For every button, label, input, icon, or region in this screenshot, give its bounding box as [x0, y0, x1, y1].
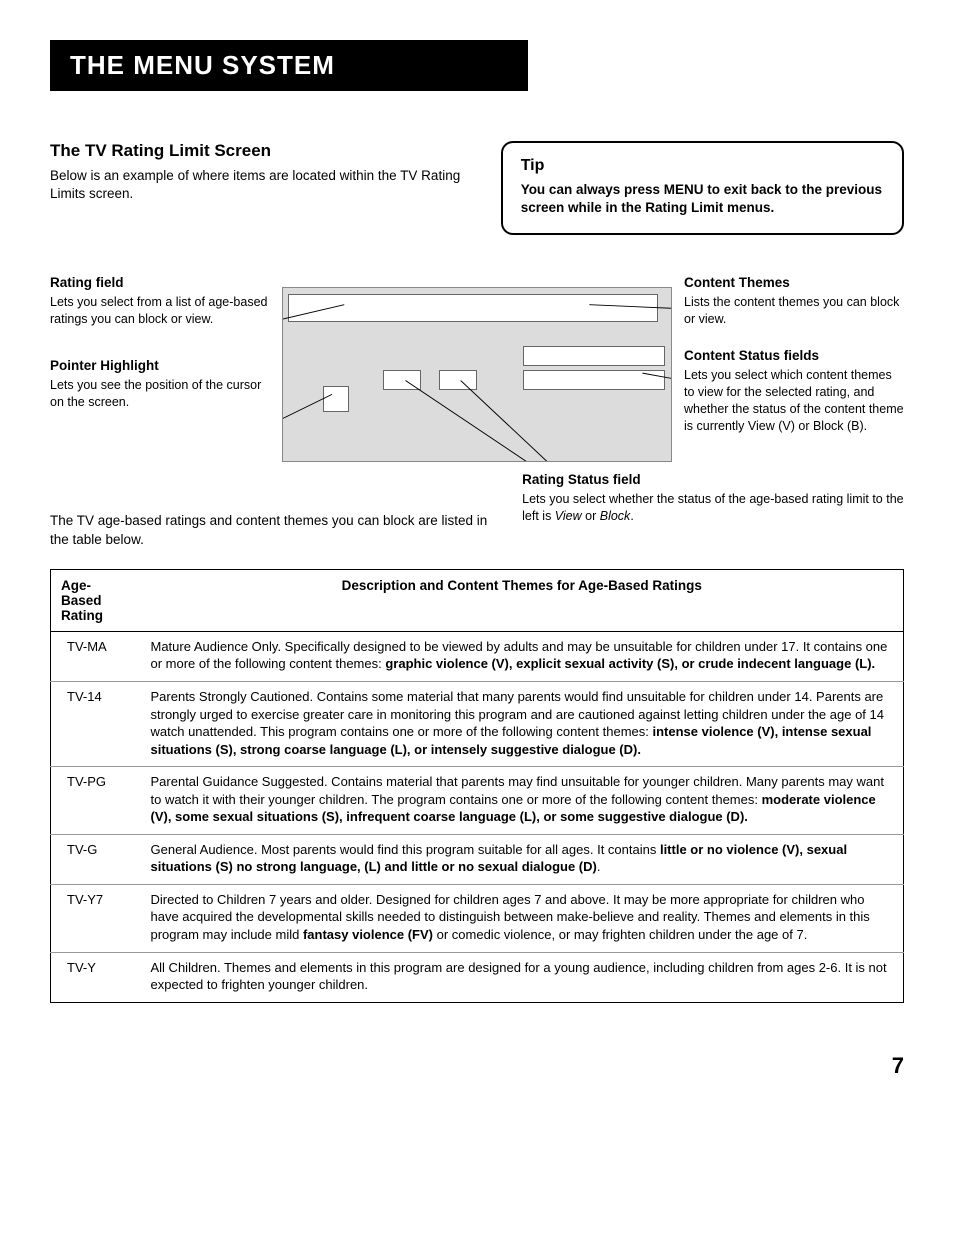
callouts-left: Rating field Lets you select from a list… [50, 275, 270, 462]
section-intro-text: Below is an example of where items are l… [50, 167, 471, 203]
diagram-box-theme-2 [523, 370, 665, 390]
description-cell: Mature Audience Only. Specifically desig… [141, 631, 904, 681]
rating-status-suffix: . [630, 509, 633, 523]
table-row: TV-14Parents Strongly Cautioned. Contain… [51, 681, 904, 766]
description-cell: General Audience. Most parents would fin… [141, 834, 904, 884]
rating-field-title: Rating field [50, 275, 270, 290]
diagram-box-top [288, 294, 658, 322]
callouts-row: Rating field Lets you select from a list… [50, 275, 904, 462]
description-cell: All Children. Themes and elements in thi… [141, 952, 904, 1002]
description-cell: Directed to Children 7 years and older. … [141, 884, 904, 952]
intro-left: The TV Rating Limit Screen Below is an e… [50, 141, 471, 235]
table-row: TV-GGeneral Audience. Most parents would… [51, 834, 904, 884]
description-cell: Parents Strongly Cautioned. Contains som… [141, 681, 904, 766]
table-intro-text: The TV age-based ratings and content the… [50, 472, 492, 548]
rating-status-title: Rating Status field [522, 472, 904, 487]
rating-cell: TV-Y [51, 952, 141, 1002]
rating-cell: TV-14 [51, 681, 141, 766]
table-header-desc: Description and Content Themes for Age-B… [141, 569, 904, 631]
rating-status-view: View [555, 509, 582, 523]
rating-status-block: Block [600, 509, 631, 523]
rating-cell: TV-Y7 [51, 884, 141, 952]
tip-heading: Tip [521, 157, 884, 175]
content-themes-body: Lists the content themes you can block o… [684, 294, 904, 328]
below-diagram-row: The TV age-based ratings and content the… [50, 472, 904, 548]
description-cell: Parental Guidance Suggested. Contains ma… [141, 767, 904, 835]
diagram-box-cursor [323, 386, 349, 412]
table-row: TV-MAMature Audience Only. Specifically … [51, 631, 904, 681]
content-themes-title: Content Themes [684, 275, 904, 290]
chapter-header: The Menu System [50, 40, 528, 91]
tip-box: Tip You can always press MENU to exit ba… [501, 141, 904, 235]
section-heading: The TV Rating Limit Screen [50, 141, 471, 161]
rating-status-mid: or [582, 509, 600, 523]
diagram-container [282, 275, 672, 462]
callouts-right: Content Themes Lists the content themes … [684, 275, 904, 462]
table-row: TV-Y7Directed to Children 7 years and ol… [51, 884, 904, 952]
pointer-highlight-title: Pointer Highlight [50, 358, 270, 373]
diagram-box-mid-1 [383, 370, 421, 390]
pointer-highlight-body: Lets you see the position of the cursor … [50, 377, 270, 411]
tip-body: You can always press MENU to exit back t… [521, 181, 884, 217]
table-header-rating: Age-Based Rating [51, 569, 141, 631]
page-number: 7 [50, 1053, 904, 1079]
rating-status-callout: Rating Status field Lets you select whet… [522, 472, 904, 548]
screen-diagram [282, 287, 672, 462]
rating-cell: TV-MA [51, 631, 141, 681]
rating-field-body: Lets you select from a list of age-based… [50, 294, 270, 328]
intro-row: The TV Rating Limit Screen Below is an e… [50, 141, 904, 235]
table-row: TV-PGParental Guidance Suggested. Contai… [51, 767, 904, 835]
content-status-body: Lets you select which content themes to … [684, 367, 904, 435]
diagram-box-mid-2 [439, 370, 477, 390]
diagram-box-theme-1 [523, 346, 665, 366]
table-row: TV-YAll Children. Themes and elements in… [51, 952, 904, 1002]
rating-status-body: Lets you select whether the status of th… [522, 491, 904, 525]
ratings-table: Age-Based Rating Description and Content… [50, 569, 904, 1003]
content-status-title: Content Status fields [684, 348, 904, 363]
rating-cell: TV-G [51, 834, 141, 884]
rating-cell: TV-PG [51, 767, 141, 835]
